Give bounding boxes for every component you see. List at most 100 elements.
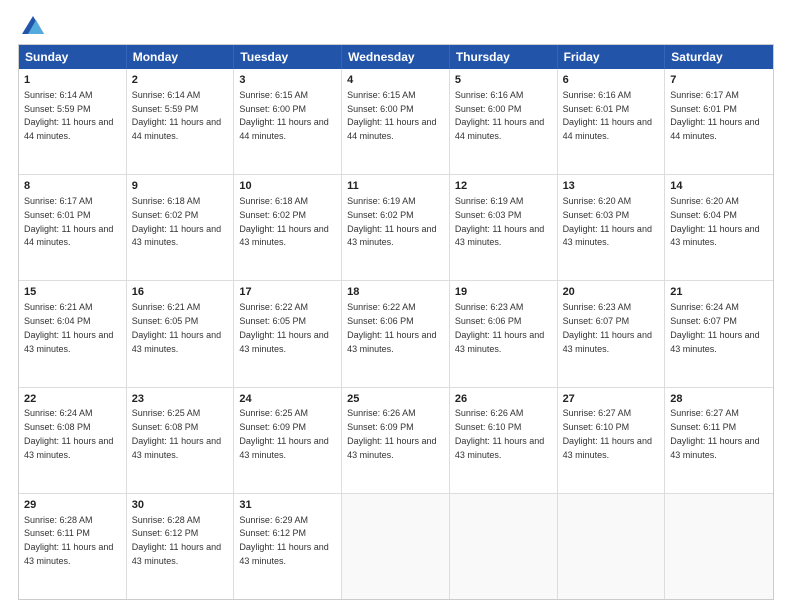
cell-info: Sunrise: 6:15 AMSunset: 6:00 PMDaylight:… — [347, 90, 436, 141]
table-row: 24 Sunrise: 6:25 AMSunset: 6:09 PMDaylig… — [234, 388, 342, 493]
day-number: 5 — [455, 73, 552, 88]
day-number: 8 — [24, 179, 121, 194]
cell-info: Sunrise: 6:17 AMSunset: 6:01 PMDaylight:… — [24, 196, 113, 247]
table-row: 10 Sunrise: 6:18 AMSunset: 6:02 PMDaylig… — [234, 175, 342, 280]
day-number: 3 — [239, 73, 336, 88]
cell-info: Sunrise: 6:21 AMSunset: 6:04 PMDaylight:… — [24, 302, 113, 353]
day-number: 30 — [132, 498, 229, 513]
cell-info: Sunrise: 6:22 AMSunset: 6:05 PMDaylight:… — [239, 302, 328, 353]
table-row: 8 Sunrise: 6:17 AMSunset: 6:01 PMDayligh… — [19, 175, 127, 280]
cell-info: Sunrise: 6:21 AMSunset: 6:05 PMDaylight:… — [132, 302, 221, 353]
table-row: 17 Sunrise: 6:22 AMSunset: 6:05 PMDaylig… — [234, 281, 342, 386]
table-row — [450, 494, 558, 599]
table-row: 15 Sunrise: 6:21 AMSunset: 6:04 PMDaylig… — [19, 281, 127, 386]
day-number: 20 — [563, 285, 660, 300]
day-number: 15 — [24, 285, 121, 300]
day-number: 31 — [239, 498, 336, 513]
day-number: 24 — [239, 392, 336, 407]
day-number: 28 — [670, 392, 768, 407]
table-row: 14 Sunrise: 6:20 AMSunset: 6:04 PMDaylig… — [665, 175, 773, 280]
cell-info: Sunrise: 6:28 AMSunset: 6:11 PMDaylight:… — [24, 515, 113, 566]
week-row-5: 29 Sunrise: 6:28 AMSunset: 6:11 PMDaylig… — [19, 493, 773, 599]
day-number: 16 — [132, 285, 229, 300]
day-number: 14 — [670, 179, 768, 194]
table-row: 30 Sunrise: 6:28 AMSunset: 6:12 PMDaylig… — [127, 494, 235, 599]
cell-info: Sunrise: 6:23 AMSunset: 6:06 PMDaylight:… — [455, 302, 544, 353]
table-row: 12 Sunrise: 6:19 AMSunset: 6:03 PMDaylig… — [450, 175, 558, 280]
cell-info: Sunrise: 6:18 AMSunset: 6:02 PMDaylight:… — [239, 196, 328, 247]
cell-info: Sunrise: 6:15 AMSunset: 6:00 PMDaylight:… — [239, 90, 328, 141]
day-number: 4 — [347, 73, 444, 88]
cell-info: Sunrise: 6:16 AMSunset: 6:01 PMDaylight:… — [563, 90, 652, 141]
table-row: 16 Sunrise: 6:21 AMSunset: 6:05 PMDaylig… — [127, 281, 235, 386]
table-row: 19 Sunrise: 6:23 AMSunset: 6:06 PMDaylig… — [450, 281, 558, 386]
day-number: 9 — [132, 179, 229, 194]
header-monday: Monday — [127, 45, 235, 69]
calendar: Sunday Monday Tuesday Wednesday Thursday… — [18, 44, 774, 600]
header — [18, 16, 774, 34]
cell-info: Sunrise: 6:23 AMSunset: 6:07 PMDaylight:… — [563, 302, 652, 353]
cell-info: Sunrise: 6:14 AMSunset: 5:59 PMDaylight:… — [24, 90, 113, 141]
day-number: 7 — [670, 73, 768, 88]
table-row: 5 Sunrise: 6:16 AMSunset: 6:00 PMDayligh… — [450, 69, 558, 174]
table-row: 25 Sunrise: 6:26 AMSunset: 6:09 PMDaylig… — [342, 388, 450, 493]
day-number: 27 — [563, 392, 660, 407]
day-number: 26 — [455, 392, 552, 407]
cell-info: Sunrise: 6:25 AMSunset: 6:09 PMDaylight:… — [239, 408, 328, 459]
week-row-4: 22 Sunrise: 6:24 AMSunset: 6:08 PMDaylig… — [19, 387, 773, 493]
calendar-header: Sunday Monday Tuesday Wednesday Thursday… — [19, 45, 773, 69]
table-row: 9 Sunrise: 6:18 AMSunset: 6:02 PMDayligh… — [127, 175, 235, 280]
day-number: 25 — [347, 392, 444, 407]
cell-info: Sunrise: 6:26 AMSunset: 6:10 PMDaylight:… — [455, 408, 544, 459]
table-row: 23 Sunrise: 6:25 AMSunset: 6:08 PMDaylig… — [127, 388, 235, 493]
table-row: 27 Sunrise: 6:27 AMSunset: 6:10 PMDaylig… — [558, 388, 666, 493]
table-row: 29 Sunrise: 6:28 AMSunset: 6:11 PMDaylig… — [19, 494, 127, 599]
table-row: 31 Sunrise: 6:29 AMSunset: 6:12 PMDaylig… — [234, 494, 342, 599]
day-number: 13 — [563, 179, 660, 194]
day-number: 21 — [670, 285, 768, 300]
week-row-2: 8 Sunrise: 6:17 AMSunset: 6:01 PMDayligh… — [19, 174, 773, 280]
table-row: 2 Sunrise: 6:14 AMSunset: 5:59 PMDayligh… — [127, 69, 235, 174]
week-row-1: 1 Sunrise: 6:14 AMSunset: 5:59 PMDayligh… — [19, 69, 773, 174]
cell-info: Sunrise: 6:16 AMSunset: 6:00 PMDaylight:… — [455, 90, 544, 141]
cell-info: Sunrise: 6:24 AMSunset: 6:07 PMDaylight:… — [670, 302, 759, 353]
day-number: 22 — [24, 392, 121, 407]
table-row: 13 Sunrise: 6:20 AMSunset: 6:03 PMDaylig… — [558, 175, 666, 280]
cell-info: Sunrise: 6:19 AMSunset: 6:03 PMDaylight:… — [455, 196, 544, 247]
day-number: 6 — [563, 73, 660, 88]
week-row-3: 15 Sunrise: 6:21 AMSunset: 6:04 PMDaylig… — [19, 280, 773, 386]
table-row: 7 Sunrise: 6:17 AMSunset: 6:01 PMDayligh… — [665, 69, 773, 174]
table-row: 11 Sunrise: 6:19 AMSunset: 6:02 PMDaylig… — [342, 175, 450, 280]
day-number: 18 — [347, 285, 444, 300]
table-row: 28 Sunrise: 6:27 AMSunset: 6:11 PMDaylig… — [665, 388, 773, 493]
day-number: 29 — [24, 498, 121, 513]
header-saturday: Saturday — [665, 45, 773, 69]
day-number: 1 — [24, 73, 121, 88]
table-row: 1 Sunrise: 6:14 AMSunset: 5:59 PMDayligh… — [19, 69, 127, 174]
header-tuesday: Tuesday — [234, 45, 342, 69]
cell-info: Sunrise: 6:25 AMSunset: 6:08 PMDaylight:… — [132, 408, 221, 459]
cell-info: Sunrise: 6:18 AMSunset: 6:02 PMDaylight:… — [132, 196, 221, 247]
day-number: 23 — [132, 392, 229, 407]
table-row: 26 Sunrise: 6:26 AMSunset: 6:10 PMDaylig… — [450, 388, 558, 493]
cell-info: Sunrise: 6:17 AMSunset: 6:01 PMDaylight:… — [670, 90, 759, 141]
table-row: 4 Sunrise: 6:15 AMSunset: 6:00 PMDayligh… — [342, 69, 450, 174]
day-number: 12 — [455, 179, 552, 194]
table-row — [558, 494, 666, 599]
cell-info: Sunrise: 6:27 AMSunset: 6:10 PMDaylight:… — [563, 408, 652, 459]
cell-info: Sunrise: 6:29 AMSunset: 6:12 PMDaylight:… — [239, 515, 328, 566]
cell-info: Sunrise: 6:20 AMSunset: 6:03 PMDaylight:… — [563, 196, 652, 247]
calendar-body: 1 Sunrise: 6:14 AMSunset: 5:59 PMDayligh… — [19, 69, 773, 599]
cell-info: Sunrise: 6:19 AMSunset: 6:02 PMDaylight:… — [347, 196, 436, 247]
table-row — [665, 494, 773, 599]
cell-info: Sunrise: 6:24 AMSunset: 6:08 PMDaylight:… — [24, 408, 113, 459]
header-sunday: Sunday — [19, 45, 127, 69]
cell-info: Sunrise: 6:27 AMSunset: 6:11 PMDaylight:… — [670, 408, 759, 459]
table-row: 21 Sunrise: 6:24 AMSunset: 6:07 PMDaylig… — [665, 281, 773, 386]
table-row: 6 Sunrise: 6:16 AMSunset: 6:01 PMDayligh… — [558, 69, 666, 174]
table-row: 18 Sunrise: 6:22 AMSunset: 6:06 PMDaylig… — [342, 281, 450, 386]
cell-info: Sunrise: 6:28 AMSunset: 6:12 PMDaylight:… — [132, 515, 221, 566]
header-thursday: Thursday — [450, 45, 558, 69]
cell-info: Sunrise: 6:14 AMSunset: 5:59 PMDaylight:… — [132, 90, 221, 141]
logo — [18, 16, 44, 34]
